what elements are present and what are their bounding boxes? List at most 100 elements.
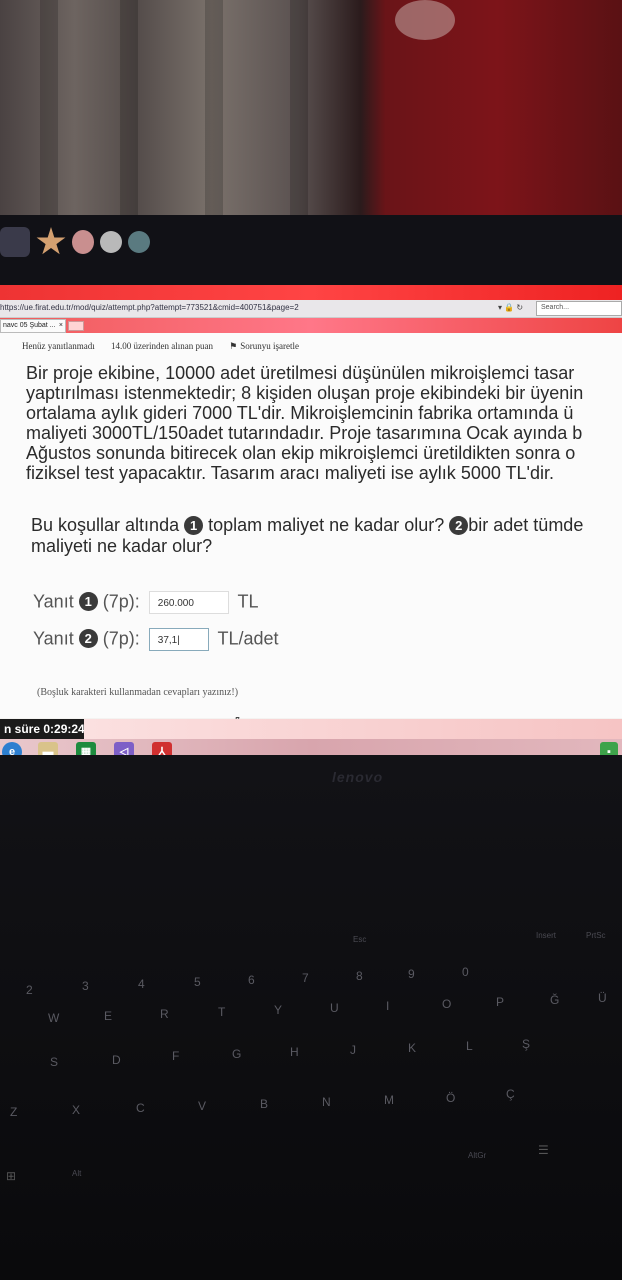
key[interactable]: 4 xyxy=(138,977,145,991)
key[interactable]: 0 xyxy=(462,965,469,979)
curtain-fold xyxy=(120,0,138,230)
key[interactable]: AltGr xyxy=(468,1151,486,1160)
key[interactable]: J xyxy=(350,1043,356,1057)
key[interactable]: Y xyxy=(274,1003,282,1017)
key[interactable]: Ü xyxy=(598,991,607,1005)
key[interactable]: Ç xyxy=(506,1087,515,1101)
search-input[interactable]: Search... xyxy=(536,301,622,316)
browser-titlebar xyxy=(0,285,622,300)
key[interactable]: Alt xyxy=(72,1169,81,1178)
flag-crescent xyxy=(395,0,455,40)
key[interactable]: F xyxy=(172,1049,179,1063)
question-line: Bir proje ekibine, 10000 adet üretilmesi… xyxy=(26,363,575,383)
taskbar: e ▬ ▦ ◁ ⅄ ▪ xyxy=(0,739,622,755)
url-text[interactable]: https://ue.firat.edu.tr/mod/quiz/attempt… xyxy=(0,303,299,312)
key[interactable]: T xyxy=(218,1005,225,1019)
answer-label: Yanıt xyxy=(33,591,74,612)
browser-icon[interactable]: e xyxy=(2,742,22,755)
lock-refresh-icon[interactable]: ▾ 🔒 ↻ xyxy=(498,303,523,312)
key[interactable]: C xyxy=(136,1101,145,1115)
sticker-icon xyxy=(0,227,30,257)
key[interactable]: V xyxy=(198,1099,206,1113)
background-curtain xyxy=(0,0,622,230)
key[interactable]: D xyxy=(112,1053,121,1067)
key[interactable]: 2 xyxy=(26,983,33,997)
key[interactable]: O xyxy=(442,997,451,1011)
tab-quiz[interactable]: navc 05 Şubat ... × xyxy=(0,319,66,333)
close-icon[interactable]: × xyxy=(59,322,63,329)
key[interactable]: X xyxy=(72,1103,80,1117)
tab-label: navc 05 Şubat ... xyxy=(3,322,56,329)
new-tab-button[interactable] xyxy=(68,321,84,331)
key[interactable]: P xyxy=(496,995,504,1009)
excel-icon[interactable]: ▦ xyxy=(76,742,96,755)
key[interactable]: 9 xyxy=(408,967,415,981)
question-text: Bir proje ekibine, 10000 adet üretilmesi… xyxy=(26,363,622,483)
key[interactable]: B xyxy=(260,1097,268,1111)
key[interactable]: Insert xyxy=(536,931,556,940)
answer-unit: TL/adet xyxy=(217,628,279,649)
answer-note: (Boşluk karakteri kullanmadan cevapları … xyxy=(37,687,239,698)
circle-sticker-icon xyxy=(100,231,122,253)
key[interactable]: 8 xyxy=(356,969,363,983)
question-line: fiziksel test yapacaktır. Tasarım aracı … xyxy=(26,463,554,483)
sub-question-prefix: Bu koşullar altında xyxy=(31,515,180,535)
key[interactable]: 3 xyxy=(82,979,89,993)
flag-question-link[interactable]: ⚑ Sorunyu işaretle xyxy=(229,341,313,351)
key[interactable]: I xyxy=(386,999,389,1013)
bezel-stickers xyxy=(0,222,150,262)
laptop-keyboard: lenovo Esc Insert PrtSc 2 3 4 5 6 7 8 9 … xyxy=(0,755,622,1280)
key[interactable]: K xyxy=(408,1041,416,1055)
monitor-screen: https://ue.firat.edu.tr/mod/quiz/attempt… xyxy=(0,285,622,755)
key[interactable]: E xyxy=(104,1009,112,1023)
key[interactable]: 5 xyxy=(194,975,201,989)
key[interactable]: PrtSc xyxy=(586,931,606,940)
key[interactable]: N xyxy=(322,1095,331,1109)
key[interactable]: 6 xyxy=(248,973,255,987)
key[interactable]: 7 xyxy=(302,971,309,985)
key[interactable]: G xyxy=(232,1047,241,1061)
key[interactable]: Ö xyxy=(446,1091,455,1105)
sub-question-part: bir adet tümde xyxy=(468,515,584,535)
key[interactable]: S xyxy=(50,1055,58,1069)
visual-studio-icon[interactable]: ◁ xyxy=(114,742,134,755)
answer-row: Yanıt 2 (7p): 37,1| TL/adet xyxy=(33,628,279,651)
answer-unit: TL xyxy=(237,591,259,612)
address-bar[interactable]: https://ue.firat.edu.tr/mod/quiz/attempt… xyxy=(0,300,622,318)
key[interactable]: Ş xyxy=(522,1037,530,1051)
flag-label: Sorunyu işaretle xyxy=(240,341,300,351)
curtain-fold xyxy=(290,0,308,230)
lenovo-logo: lenovo xyxy=(332,769,384,785)
question-points: 14.00 üzerinden alınan puan xyxy=(110,341,213,351)
answer-input[interactable]: 260.000 xyxy=(148,591,229,614)
answer-points: (7p): xyxy=(102,628,140,649)
answer-input[interactable]: 37,1| xyxy=(148,628,209,651)
key[interactable]: L xyxy=(466,1039,473,1053)
key[interactable]: U xyxy=(330,1001,339,1015)
heart-sticker-icon xyxy=(72,230,94,254)
tray-icon[interactable]: ▪ xyxy=(600,742,618,755)
number-badge: 2 xyxy=(449,516,469,535)
key[interactable]: Esc xyxy=(353,935,366,944)
key[interactable]: R xyxy=(160,1007,169,1021)
quiz-timer: n süre 0:29:24 xyxy=(0,719,85,739)
question-line: ortalama aylık gideri 7000 TL'dir. Mikro… xyxy=(26,403,574,423)
key[interactable]: M xyxy=(384,1093,394,1107)
question-line: yaptırılması istenmektedir; 8 kişiden ol… xyxy=(26,383,584,403)
answer-points: (7p): xyxy=(102,591,140,612)
pdf-icon[interactable]: ⅄ xyxy=(152,742,172,755)
answer-row: Yanıt 1 (7p): 260.000 TL xyxy=(33,591,258,614)
menu-key-icon[interactable]: ☰ xyxy=(538,1143,549,1157)
folder-icon[interactable]: ▬ xyxy=(38,742,58,755)
key[interactable]: Z xyxy=(10,1105,17,1119)
number-badge: 1 xyxy=(184,516,204,535)
taskbar-edge xyxy=(84,719,622,739)
tab-bar: navc 05 Şubat ... × xyxy=(0,318,622,333)
key[interactable]: H xyxy=(290,1045,299,1059)
windows-key-icon[interactable]: ⊞ xyxy=(6,1169,16,1183)
sub-question-part: toplam maliyet ne kadar olur? xyxy=(208,515,445,535)
question-line: maliyeti 3000TL/150adet tutarındadır. Pr… xyxy=(26,423,583,443)
question-line: Ağustos sonunda bitirecek olan ekip mikr… xyxy=(26,443,576,463)
key[interactable]: Ğ xyxy=(550,993,559,1007)
key[interactable]: W xyxy=(48,1011,59,1025)
